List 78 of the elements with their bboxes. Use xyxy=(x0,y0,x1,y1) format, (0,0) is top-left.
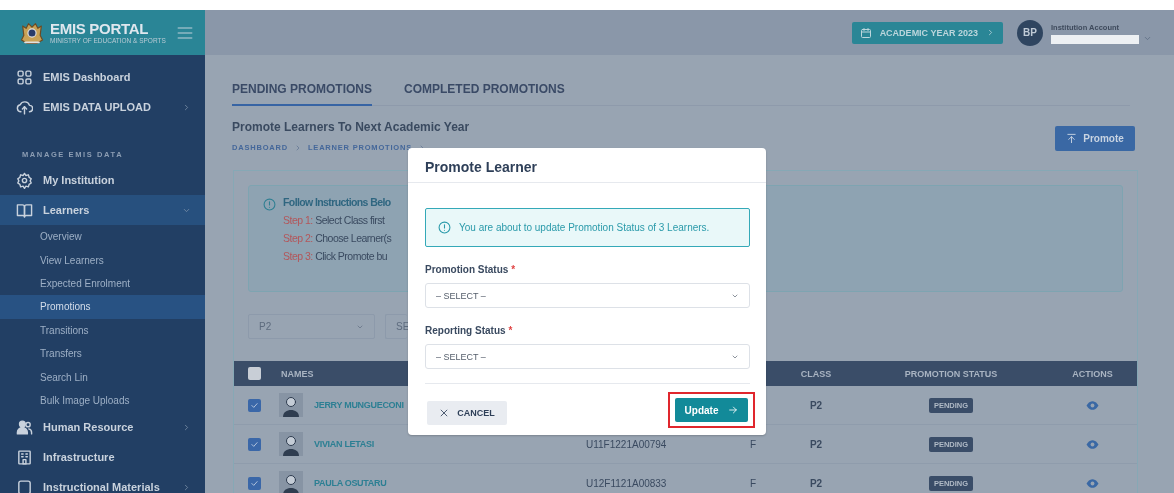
select-field[interactable]: – SELECT – xyxy=(425,283,750,308)
check-icon xyxy=(249,478,259,488)
checkbox[interactable] xyxy=(247,398,261,412)
required-mark: * xyxy=(511,264,516,275)
cancel-button[interactable]: CANCEL xyxy=(427,401,507,425)
sidebar-item[interactable]: Infrastructure xyxy=(0,442,205,473)
checkbox[interactable] xyxy=(247,367,261,380)
column-header: CLASS xyxy=(800,368,832,379)
field-label: Promotion Status xyxy=(425,264,509,275)
instructions-title: Follow Instructions Belo xyxy=(283,196,392,208)
instruction-step: Step 3: Click Promote bu xyxy=(283,250,392,262)
instruction-step: Step 1: Select Class first xyxy=(283,214,392,226)
table-cell: U12F1121A00833 xyxy=(586,477,667,489)
academic-year-button[interactable]: ACADEMIC YEAR 2023 xyxy=(851,21,1003,44)
submenu-item[interactable]: Bulk Image Uploads xyxy=(0,388,205,413)
checkbox[interactable] xyxy=(247,476,261,490)
sidebar-item[interactable]: EMIS DATA UPLOAD xyxy=(0,92,205,122)
book-icon xyxy=(16,201,33,219)
person-icon xyxy=(279,392,303,418)
person-icon xyxy=(279,431,303,457)
submenu-item[interactable]: Transitions xyxy=(0,318,205,342)
column-header: PROMOTION STATUS xyxy=(904,368,998,379)
check-icon xyxy=(249,439,259,449)
tablet-icon xyxy=(16,478,33,493)
table-cell: U11F1221A00794 xyxy=(586,438,667,450)
promote-button[interactable]: Promote xyxy=(1055,126,1135,151)
table-cell: F xyxy=(750,438,757,450)
chevron-right-icon xyxy=(182,422,191,432)
table-cell: P2 xyxy=(809,438,823,450)
table-cell: P2 xyxy=(809,399,823,411)
cloud-upload-icon xyxy=(16,98,33,116)
chevron-right-icon xyxy=(182,102,191,112)
column-header: NAMES xyxy=(281,368,314,379)
table-cell: P2 xyxy=(809,477,823,489)
field-label: Reporting Status xyxy=(425,325,506,336)
page-title: Promote Learners To Next Academic Year xyxy=(232,120,470,134)
column-header: ACTIONS xyxy=(1072,368,1113,379)
person-icon xyxy=(279,470,303,493)
settings-icon xyxy=(16,171,33,189)
chevron-right-icon xyxy=(986,28,995,37)
sidebar-item[interactable]: Learners xyxy=(0,195,205,225)
chevron-down-icon[interactable] xyxy=(1143,34,1152,43)
grid-icon xyxy=(16,68,33,86)
chevron-right-icon xyxy=(182,482,191,492)
submenu-item[interactable]: Overview xyxy=(0,225,205,249)
user-avatar[interactable]: BP xyxy=(1017,19,1043,46)
tab[interactable]: COMPLETED PROMOTIONS xyxy=(404,77,565,106)
upload-arrow-icon xyxy=(1066,133,1078,144)
building-icon xyxy=(16,448,33,466)
info-icon xyxy=(263,198,276,211)
check-icon xyxy=(249,400,259,410)
info-alert: You are about to update Promotion Status of 3 Learners. xyxy=(425,208,750,247)
required-mark: * xyxy=(508,325,513,336)
eye-icon[interactable] xyxy=(1086,437,1099,451)
sidebar-item[interactable]: My Institution xyxy=(0,165,205,195)
sidebar-item[interactable]: Human Resource xyxy=(0,412,205,443)
info-icon xyxy=(438,221,451,234)
tab[interactable]: PENDING PROMOTIONS xyxy=(232,77,372,106)
table-cell: F xyxy=(750,477,757,489)
select-field[interactable]: – SELECT – xyxy=(425,344,750,369)
instruction-step: Step 2: Choose Learner(s xyxy=(283,232,392,244)
eye-icon[interactable] xyxy=(1086,398,1099,412)
people-icon xyxy=(16,418,33,436)
arrow-right-icon xyxy=(728,405,739,415)
submenu-item[interactable]: Promotions xyxy=(0,295,205,319)
sidebar-item[interactable]: EMIS Dashboard xyxy=(0,62,205,92)
submenu-item[interactable]: Transfers xyxy=(0,341,205,366)
close-icon xyxy=(439,408,450,418)
sidebar-item[interactable]: Instructional Materials xyxy=(0,472,205,493)
calendar-icon xyxy=(859,26,872,39)
submenu-item[interactable]: View Learners xyxy=(0,248,205,272)
checkbox[interactable] xyxy=(247,437,261,451)
submenu-item[interactable]: Search Lin xyxy=(0,365,205,389)
submenu-item[interactable]: Expected Enrolment xyxy=(0,271,205,296)
dialog-title: Promote Learner xyxy=(425,159,538,177)
portal-title: EMIS PORTAL xyxy=(50,20,150,37)
eye-icon[interactable] xyxy=(1086,476,1099,490)
update-button[interactable]: Update xyxy=(675,398,748,422)
